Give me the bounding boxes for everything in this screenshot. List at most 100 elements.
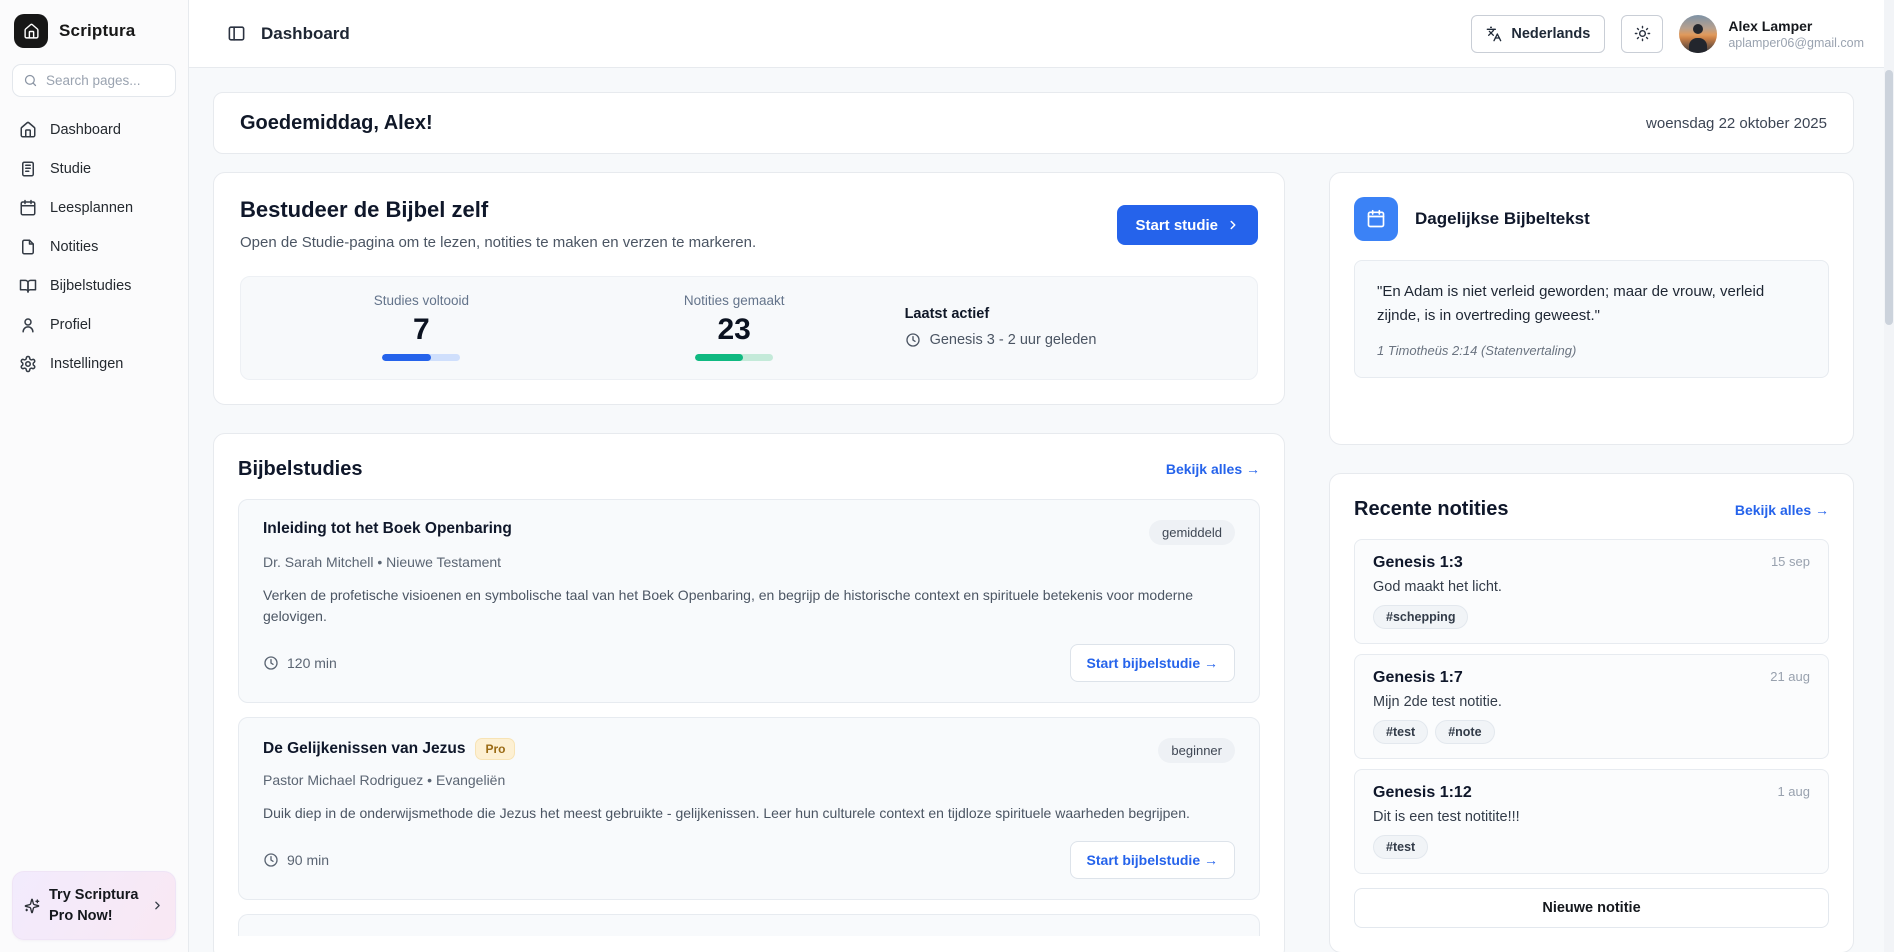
avatar <box>1679 15 1717 53</box>
hero-subtitle: Open de Studie-pagina om te lezen, notit… <box>240 232 756 254</box>
note-text: Dit is een test notitite!!! <box>1373 809 1810 825</box>
study-description: Verken de profetische visioenen en symbo… <box>263 585 1235 628</box>
bible-studies-section: Bijbelstudies Bekijk alles → Inleiding t… <box>213 433 1285 952</box>
verse-text: "En Adam is niet verleid geworden; maar … <box>1377 280 1806 328</box>
note-title: Genesis 1:3 <box>1373 554 1463 572</box>
study-author: Pastor Michael Rodriguez • Evangeliën <box>263 772 1235 788</box>
pro-cta-label: Try Scriptura Pro Now! <box>49 885 142 926</box>
book-icon <box>19 277 37 295</box>
note-date: 1 aug <box>1777 784 1810 799</box>
sparkles-icon <box>24 898 40 914</box>
daily-verse-card: Dagelijkse Bijbeltekst "En Adam is niet … <box>1329 172 1854 445</box>
search-input[interactable] <box>46 73 165 88</box>
user-menu[interactable]: Alex Lamper aplamper06@gmail.com <box>1679 15 1864 53</box>
note-title: Genesis 1:7 <box>1373 669 1463 687</box>
greeting-title: Goedemiddag, Alex! <box>240 112 433 135</box>
stat-progress-bar <box>382 354 460 361</box>
greeting-banner: Goedemiddag, Alex! woensdag 22 oktober 2… <box>213 92 1854 154</box>
study-hero-card: Bestudeer de Bijbel zelf Open de Studie-… <box>213 172 1285 405</box>
study-level-badge: gemiddeld <box>1149 520 1235 545</box>
content-area: Goedemiddag, Alex! woensdag 22 oktober 2… <box>189 68 1894 952</box>
notes-section-title: Recente notities <box>1354 498 1508 521</box>
gear-icon <box>19 355 37 373</box>
stat-block: Studies voltooid 7 <box>265 293 578 361</box>
verse-reference: 1 Timotheüs 2:14 (Statenvertaling) <box>1377 343 1806 358</box>
home-icon <box>19 121 37 139</box>
note-tag: #test <box>1373 835 1428 859</box>
study-title: Inleiding tot het Boek Openbaring <box>263 520 512 538</box>
recent-notes-section: Recente notities Bekijk alles → Genesis … <box>1329 473 1854 952</box>
chevron-right-icon <box>151 899 164 912</box>
sidebar-item-notities[interactable]: Notities <box>12 230 176 264</box>
app-window: Scriptura Dashboard Studie Leesplannen N… <box>0 0 1894 952</box>
user-icon <box>19 316 37 334</box>
sidebar-item-profiel[interactable]: Profiel <box>12 308 176 342</box>
sidebar-item-instellingen[interactable]: Instellingen <box>12 347 176 381</box>
note-tags: #test #note <box>1373 720 1810 744</box>
app-logo-icon <box>14 14 48 48</box>
stat-label: Studies voltooid <box>374 293 469 308</box>
pro-upgrade-button[interactable]: Try Scriptura Pro Now! <box>12 871 176 940</box>
sidebar-item-studie[interactable]: Studie <box>12 152 176 186</box>
calendar-icon <box>1354 197 1398 241</box>
calendar-icon <box>19 199 37 217</box>
main-area: Dashboard Nederlands Alex Lamper aplampe… <box>189 0 1894 952</box>
theme-toggle-button[interactable] <box>1621 15 1663 53</box>
study-card-partial <box>238 914 1260 936</box>
studies-section-title: Bijbelstudies <box>238 458 362 481</box>
sidebar-item-bijbelstudies[interactable]: Bijbelstudies <box>12 269 176 303</box>
stat-label: Notities gemaakt <box>684 293 785 308</box>
last-active-label: Laatst actief <box>905 306 990 322</box>
file-icon <box>19 238 37 256</box>
topbar: Dashboard Nederlands Alex Lamper aplampe… <box>189 0 1894 68</box>
chevron-right-icon <box>1226 218 1240 232</box>
notes-view-all-link[interactable]: Bekijk alles → <box>1735 502 1829 518</box>
study-duration: 120 min <box>263 655 337 671</box>
study-description: Duik diep in de onderwijsmethode die Jez… <box>263 803 1235 825</box>
brand[interactable]: Scriptura <box>12 14 176 64</box>
new-note-button[interactable]: Nieuwe notitie <box>1354 888 1829 928</box>
start-bible-study-button[interactable]: Start bijbelstudie → <box>1070 644 1235 682</box>
note-text: Mijn 2de test notitie. <box>1373 694 1810 710</box>
sidebar-toggle-icon[interactable] <box>227 24 246 43</box>
pro-badge: Pro <box>475 738 515 760</box>
study-title: De Gelijkenissen van Jezus <box>263 740 465 758</box>
search-box[interactable] <box>12 64 176 97</box>
last-active-value: Genesis 3 - 2 uur geleden <box>930 332 1097 348</box>
languages-icon <box>1486 26 1502 42</box>
sidebar-item-leesplannen[interactable]: Leesplannen <box>12 191 176 225</box>
verse-quote-box: "En Adam is niet verleid geworden; maar … <box>1354 260 1829 378</box>
studies-view-all-link[interactable]: Bekijk alles → <box>1166 461 1260 477</box>
note-tag: #test <box>1373 720 1428 744</box>
last-active: Laatst actief Genesis 3 - 2 uur geleden <box>891 306 1233 348</box>
note-tags: #schepping <box>1373 605 1810 629</box>
sidebar-item-dashboard[interactable]: Dashboard <box>12 113 176 147</box>
note-tag: #schepping <box>1373 605 1468 629</box>
note-date: 15 sep <box>1771 554 1810 569</box>
sun-icon <box>1634 25 1651 42</box>
start-study-button[interactable]: Start studie <box>1117 205 1258 245</box>
note-card[interactable]: Genesis 1:3 15 sep God maakt het licht. … <box>1354 539 1829 644</box>
note-date: 21 aug <box>1770 669 1810 684</box>
note-tag: #note <box>1435 720 1494 744</box>
language-button[interactable]: Nederlands <box>1471 15 1605 53</box>
brand-name: Scriptura <box>59 21 135 41</box>
note-text: God maakt het licht. <box>1373 579 1810 595</box>
stat-value: 7 <box>413 313 430 346</box>
note-tags: #test <box>1373 835 1810 859</box>
note-card[interactable]: Genesis 1:7 21 aug Mijn 2de test notitie… <box>1354 654 1829 759</box>
clock-icon <box>263 655 279 671</box>
scrollbar-thumb[interactable] <box>1885 70 1893 325</box>
stat-value: 23 <box>718 313 751 346</box>
start-bible-study-button[interactable]: Start bijbelstudie → <box>1070 841 1235 879</box>
scrollbar[interactable] <box>1884 0 1894 952</box>
search-icon <box>23 73 38 88</box>
study-level-badge: beginner <box>1158 738 1235 763</box>
document-icon <box>19 160 37 178</box>
note-title: Genesis 1:12 <box>1373 784 1472 802</box>
hero-title: Bestudeer de Bijbel zelf <box>240 197 756 223</box>
study-author: Dr. Sarah Mitchell • Nieuwe Testament <box>263 554 1235 570</box>
clock-icon <box>263 852 279 868</box>
note-card[interactable]: Genesis 1:12 1 aug Dit is een test notit… <box>1354 769 1829 874</box>
sidebar: Scriptura Dashboard Studie Leesplannen N… <box>0 0 189 952</box>
